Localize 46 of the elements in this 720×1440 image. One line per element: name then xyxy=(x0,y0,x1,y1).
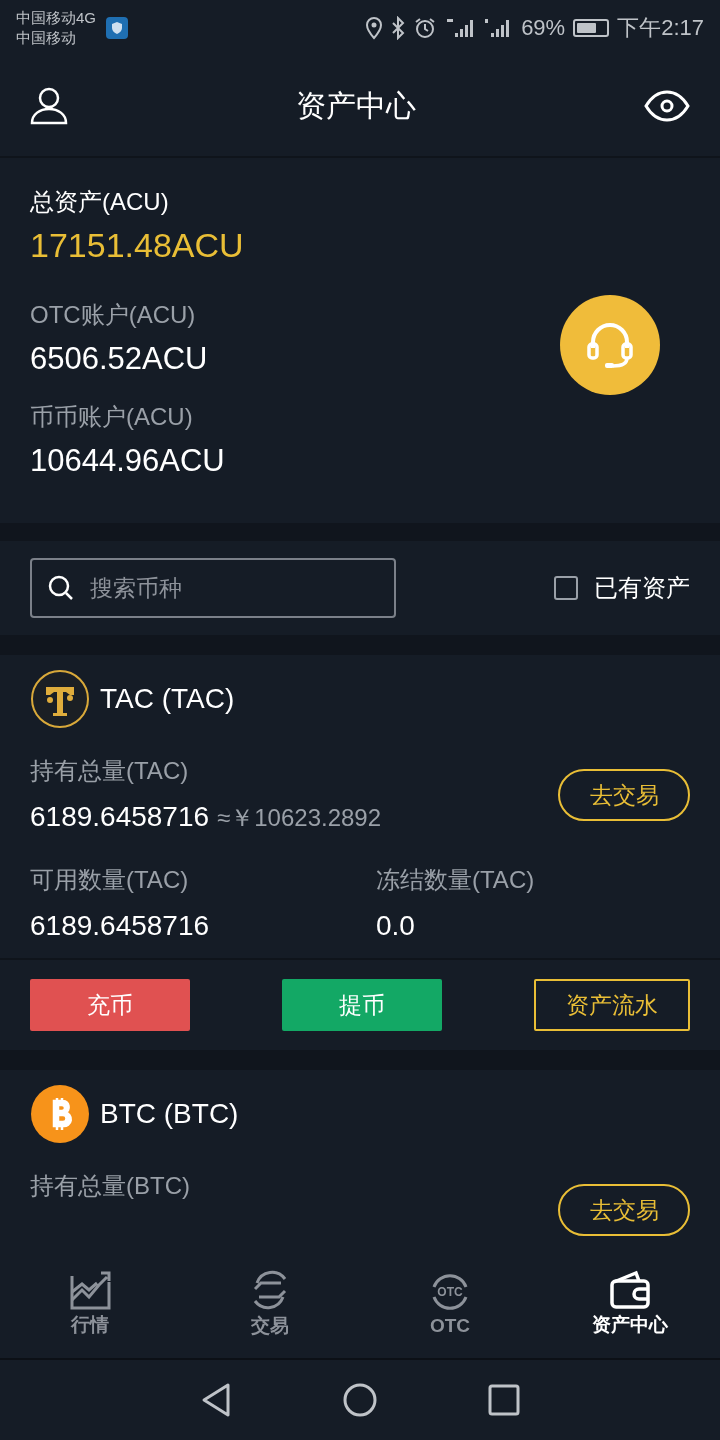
tab[interactable]: 行情 xyxy=(0,1250,180,1358)
search-icon xyxy=(48,575,74,601)
home-icon[interactable] xyxy=(342,1382,378,1418)
carrier-name: 中国移动 xyxy=(16,28,77,48)
chart-icon xyxy=(69,1270,111,1310)
holding-label: 持有总量(BTC) xyxy=(30,1171,190,1201)
total-assets-value: 17151.48ACU xyxy=(30,226,244,265)
frozen-value: 0.0 xyxy=(376,910,416,942)
battery-percent: 69% xyxy=(521,15,566,41)
deposit-button[interactable]: 充币 xyxy=(30,979,190,1031)
recents-icon[interactable] xyxy=(488,1384,520,1416)
back-icon[interactable] xyxy=(200,1382,232,1418)
frozen-label: 冻结数量(TAC) xyxy=(376,865,536,895)
account-label: OTC账户(ACU) xyxy=(30,300,197,330)
carrier-name: 中国移动4G xyxy=(16,8,96,28)
coin-logo-icon xyxy=(30,669,90,729)
coin-name: TAC (TAC) xyxy=(100,683,235,715)
clock-time: 下午2:17 xyxy=(617,14,704,42)
coin-name: BTC (BTC) xyxy=(100,1098,239,1130)
tab[interactable]: 资产中心 xyxy=(540,1250,720,1358)
account-value: 6506.52ACU xyxy=(30,341,209,377)
bitcoin-logo-icon xyxy=(30,1084,90,1144)
signal-icon xyxy=(445,17,476,39)
holding-value: 6189.6458716 xyxy=(30,801,210,832)
search-field[interactable]: 搜索币种 xyxy=(30,558,396,618)
approx-value: ≈￥10623.2892 xyxy=(217,804,382,831)
shield-icon xyxy=(106,17,128,39)
holding-label: 持有总量(TAC) xyxy=(30,756,190,786)
trade-button[interactable]: 去交易 xyxy=(558,1184,690,1236)
tab[interactable]: OTC OTC xyxy=(360,1250,540,1358)
owned-assets-checkbox[interactable]: 已有资产 xyxy=(554,572,690,604)
available-label: 可用数量(TAC) xyxy=(30,865,190,895)
bluetooth-icon xyxy=(391,16,406,40)
tab[interactable]: 交易 xyxy=(180,1250,360,1358)
account-value: 10644.96ACU xyxy=(30,443,226,479)
page-title: 资产中心 xyxy=(296,87,416,124)
history-button[interactable]: 资产流水 xyxy=(534,979,690,1031)
wallet-icon xyxy=(609,1270,651,1310)
trade-button[interactable]: 去交易 xyxy=(558,769,690,821)
account-label: 币币账户(ACU) xyxy=(30,402,194,432)
available-value: 6189.6458716 xyxy=(30,910,211,942)
total-assets-label: 总资产(ACU) xyxy=(30,187,170,217)
eye-icon[interactable] xyxy=(644,89,690,123)
battery-icon xyxy=(573,19,610,37)
user-icon[interactable] xyxy=(30,87,68,125)
location-icon xyxy=(365,16,384,40)
